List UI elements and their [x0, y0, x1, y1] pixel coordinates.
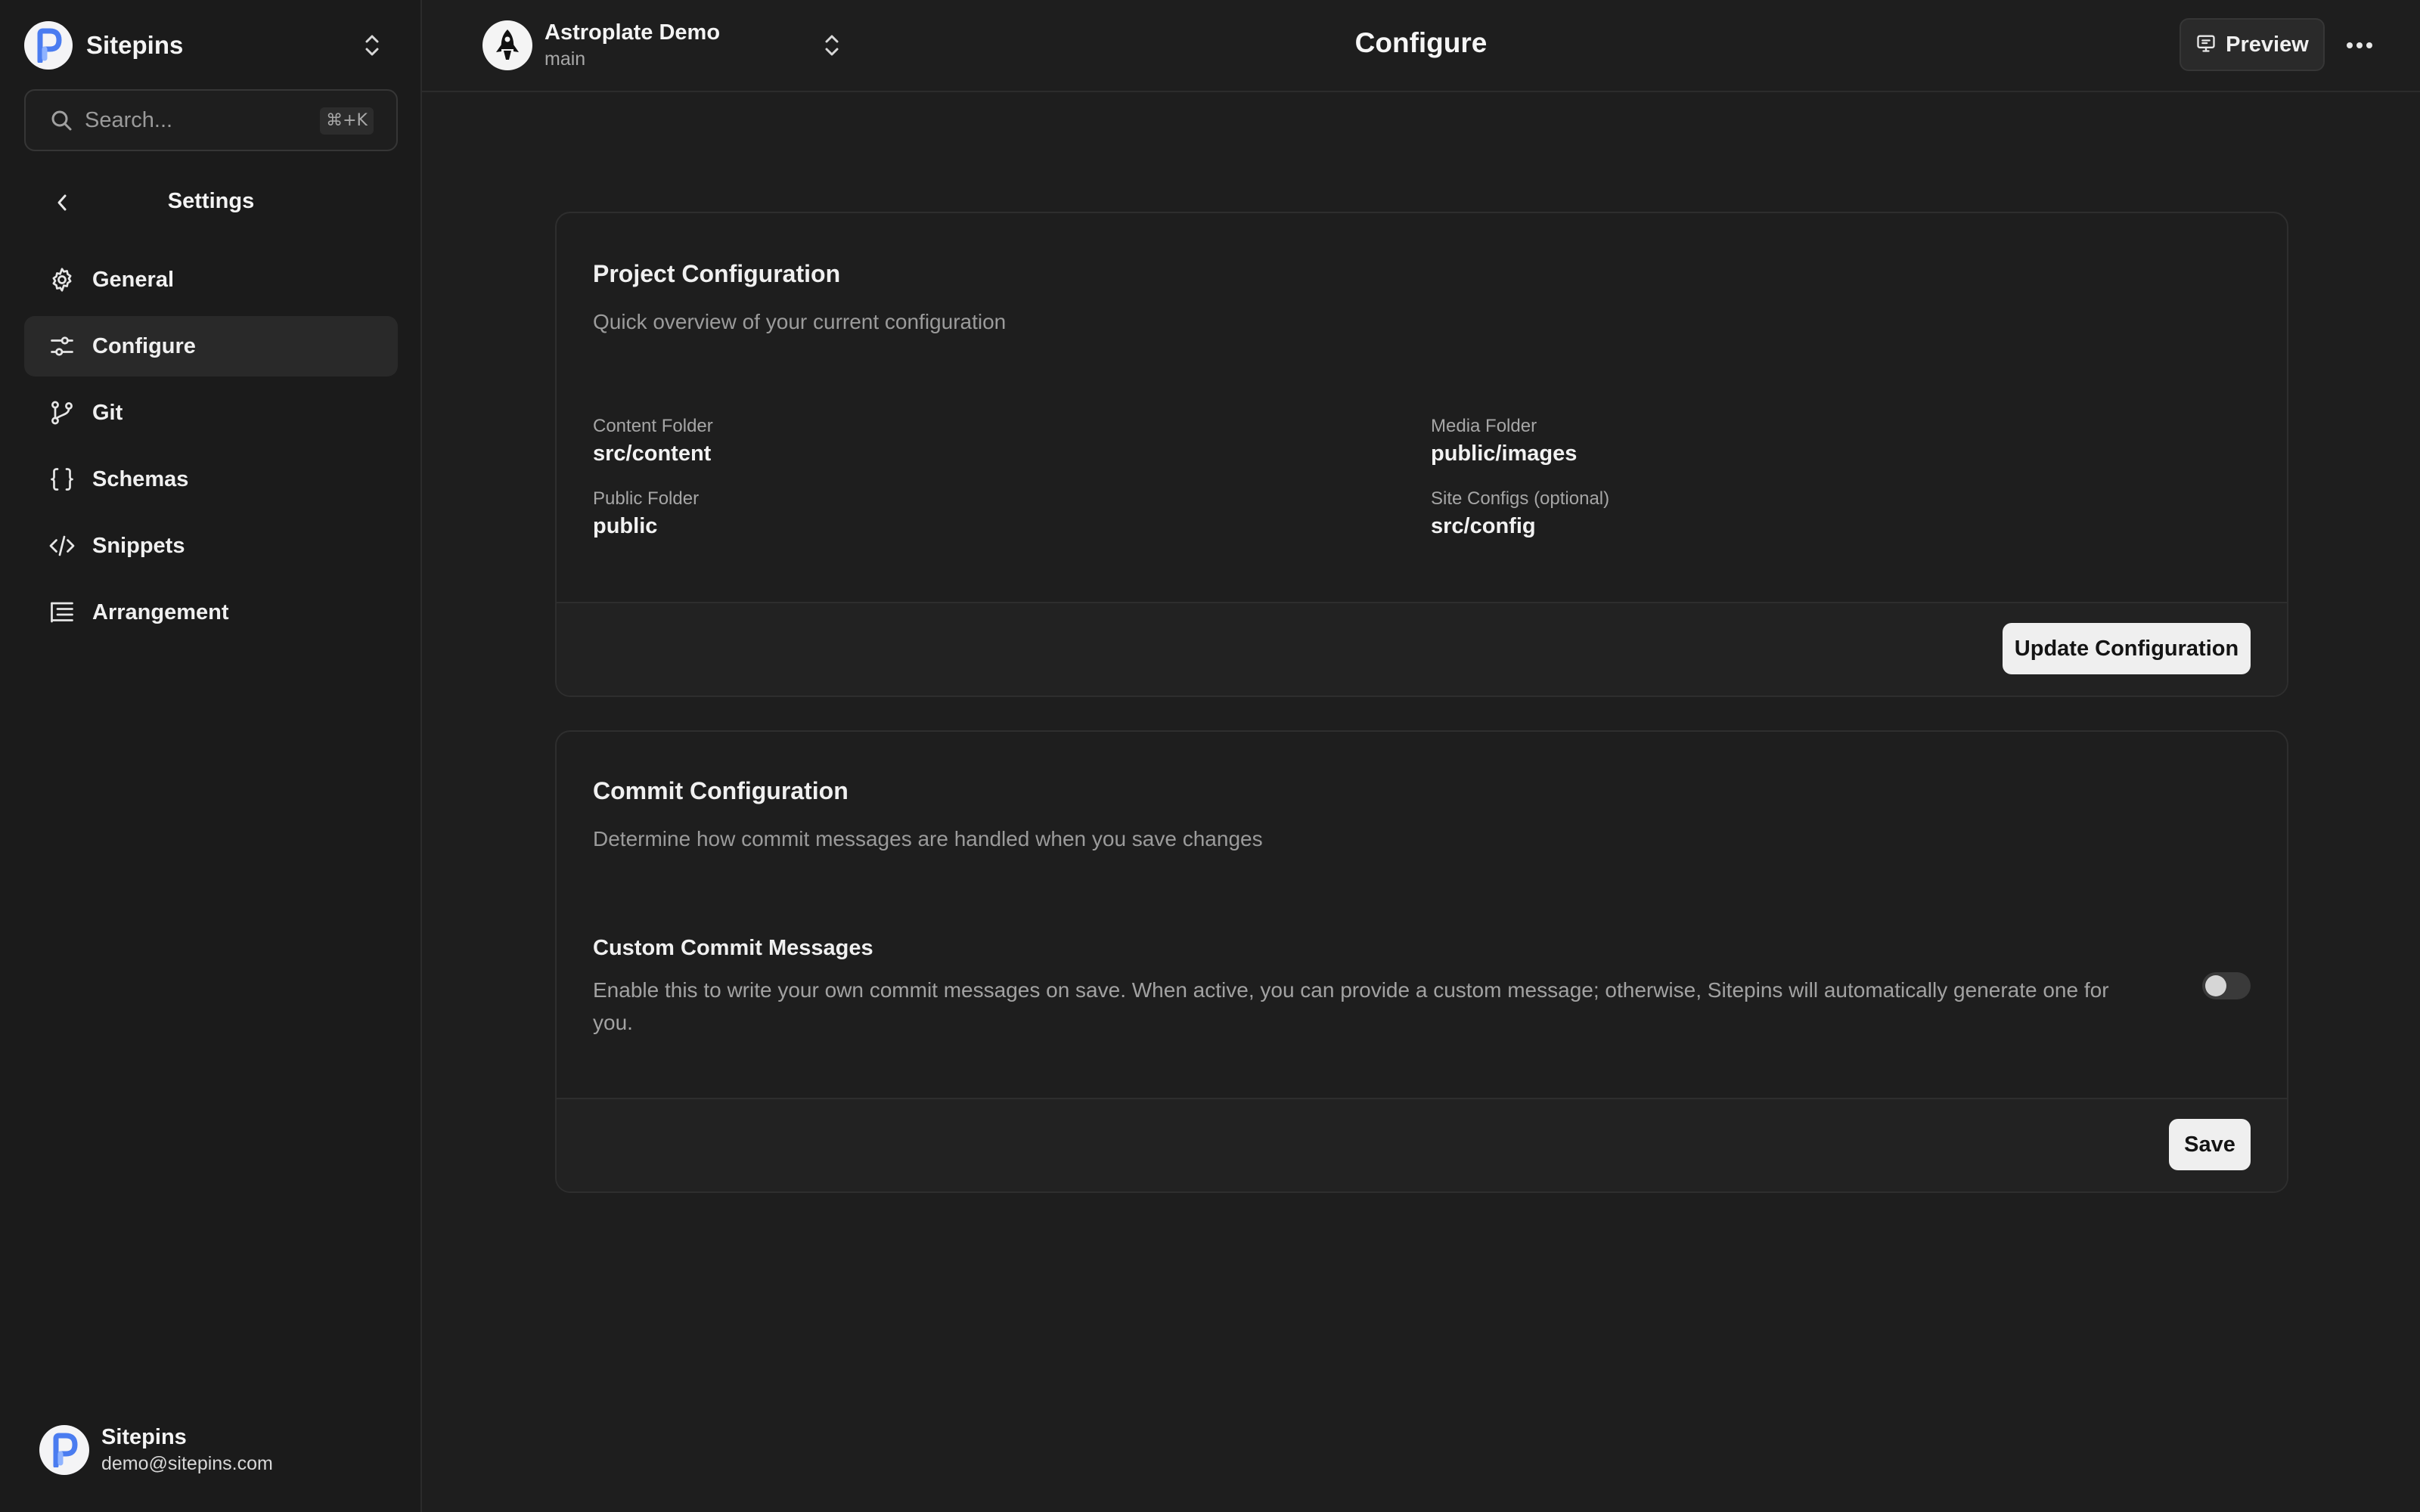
- search-shortcut: ⌘+K: [320, 107, 374, 135]
- sidebar-item-label: Snippets: [92, 533, 185, 558]
- media-folder-field: Media Folder public/images: [1431, 416, 1577, 466]
- page-title: Configure: [1354, 27, 1488, 58]
- public-folder-field: Public Folder public: [593, 488, 699, 539]
- sitepins-logo: [24, 21, 73, 70]
- custom-commit-messages-title: Custom Commit Messages: [593, 936, 873, 960]
- field-label: Public Folder: [593, 488, 700, 509]
- search-placeholder: Search...: [85, 107, 173, 132]
- field-value: src/config: [1431, 514, 1536, 538]
- sidebar-item-label: Configure: [92, 333, 196, 358]
- card-title: Project Configuration: [593, 260, 841, 287]
- git-branch-icon: [47, 398, 77, 428]
- card-title: Commit Configuration: [593, 777, 849, 804]
- sidebar-item-general[interactable]: General: [24, 249, 398, 310]
- search-input[interactable]: Search... ⌘+K: [24, 89, 398, 151]
- sidebar-item-label: Git: [92, 400, 123, 425]
- project-switcher[interactable]: Astroplate Demo main: [482, 20, 839, 71]
- branch-name: main: [544, 48, 586, 70]
- avatar: [39, 1425, 89, 1475]
- gear-icon: [47, 265, 77, 295]
- list-tree-icon: [47, 597, 77, 627]
- commit-configuration-card: Commit Configuration Determine how commi…: [555, 730, 2288, 1193]
- field-label: Media Folder: [1431, 416, 1537, 436]
- card-description: Determine how commit messages are handle…: [593, 827, 1263, 850]
- braces-icon: [47, 464, 77, 494]
- project-name: Astroplate Demo: [544, 20, 721, 45]
- topbar: Configure Astroplate Demo main Preview: [422, 0, 2420, 92]
- brand-name: Sitepins: [86, 31, 184, 59]
- sidebar-item-git[interactable]: Git: [24, 383, 398, 443]
- monitor-icon: [2195, 33, 2217, 57]
- settings-header: Settings: [24, 178, 398, 227]
- field-label: Site Configs (optional): [1431, 488, 1610, 509]
- search-icon: [48, 107, 74, 133]
- sidebar-item-schemas[interactable]: Schemas: [24, 449, 398, 510]
- sidebar-item-label: Schemas: [92, 466, 189, 491]
- field-value: public/images: [1431, 442, 1578, 466]
- field-label: Content Folder: [593, 416, 713, 436]
- sidebar-item-snippets[interactable]: Snippets: [24, 516, 398, 576]
- sidebar-item-label: General: [92, 267, 174, 292]
- user-email: demo@sitepins.com: [101, 1453, 273, 1474]
- settings-nav: General Configure Git Schemas Snippets A…: [24, 249, 398, 649]
- code-icon: [47, 531, 77, 561]
- field-value: src/content: [593, 442, 712, 466]
- save-button[interactable]: Save: [2169, 1119, 2251, 1170]
- toggle-knob: [2205, 975, 2226, 996]
- card-description: Quick overview of your current configura…: [593, 310, 1007, 333]
- sidebar-item-label: Arrangement: [92, 600, 229, 624]
- content-folder-field: Content Folder src/content: [593, 416, 713, 466]
- sidebar-item-arrangement[interactable]: Arrangement: [24, 582, 398, 643]
- custom-commit-messages-description: Enable this to write your own commit mes…: [593, 978, 2109, 1034]
- site-configs-field: Site Configs (optional) src/config: [1431, 488, 1609, 539]
- sidebar-item-configure[interactable]: Configure: [24, 316, 398, 376]
- card-footer: Save: [557, 1098, 2287, 1191]
- chevrons-up-down-icon[interactable]: [357, 30, 387, 60]
- user-name: Sitepins: [101, 1425, 187, 1449]
- user-profile[interactable]: Sitepins demo@sitepins.com: [39, 1423, 387, 1477]
- custom-commit-toggle[interactable]: [2202, 972, 2251, 999]
- field-value: public: [593, 514, 658, 538]
- update-configuration-button[interactable]: Update Configuration: [2003, 623, 2251, 674]
- card-footer: Update Configuration: [557, 602, 2287, 696]
- more-options-icon[interactable]: [2343, 29, 2376, 62]
- workspace-switcher[interactable]: Sitepins: [24, 20, 387, 71]
- preview-button[interactable]: Preview: [2180, 18, 2325, 71]
- chevrons-up-down-icon[interactable]: [817, 30, 847, 60]
- settings-title: Settings: [167, 189, 255, 213]
- project-configuration-card: Project Configuration Quick overview of …: [555, 212, 2288, 697]
- sidebar: Sitepins Search... ⌘+K Settings General …: [0, 0, 422, 1512]
- preview-label: Preview: [2226, 32, 2309, 57]
- sliders-icon: [47, 331, 77, 361]
- rocket-icon: [482, 20, 532, 70]
